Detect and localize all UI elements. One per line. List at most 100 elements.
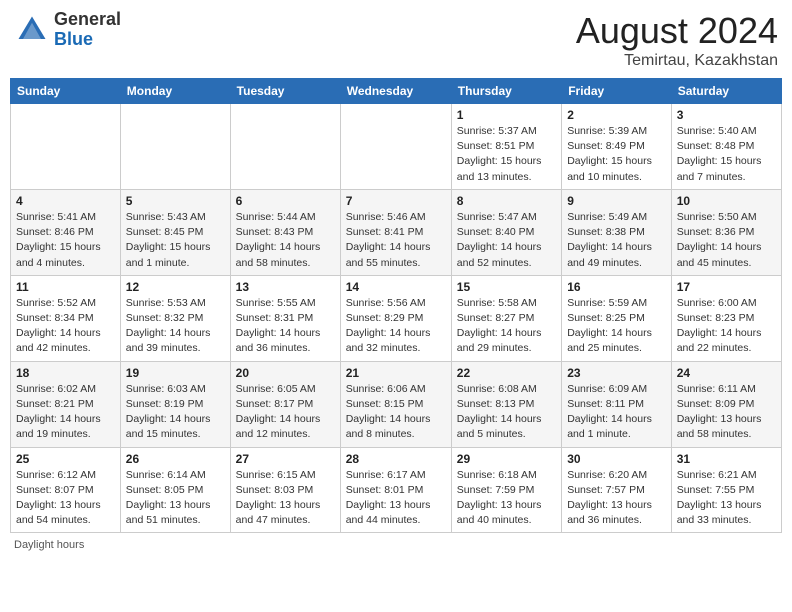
calendar-day-cell: 15 Sunrise: 5:58 AMSunset: 8:27 PMDayligh… [451, 275, 561, 361]
calendar-day-cell: 3 Sunrise: 5:40 AMSunset: 8:48 PMDaylight… [671, 104, 781, 190]
calendar-day-cell: 28 Sunrise: 6:17 AMSunset: 8:01 PMDayligh… [340, 447, 451, 533]
calendar-week-row: 25 Sunrise: 6:12 AMSunset: 8:07 PMDayligh… [11, 447, 782, 533]
calendar-day-cell [11, 104, 121, 190]
calendar-day-cell: 26Sunrise: 6:14 AMSunset: 8:05 PMDayligh… [120, 447, 230, 533]
calendar-day-cell: 12Sunrise: 5:53 AMSunset: 8:32 PMDayligh… [120, 275, 230, 361]
day-info: Sunrise: 5:55 AMSunset: 8:31 PMDaylight:… [236, 296, 335, 357]
day-info: Sunrise: 5:47 AMSunset: 8:40 PMDaylight:… [457, 210, 556, 271]
calendar-day-cell: 23 Sunrise: 6:09 AMSunset: 8:11 PMDayligh… [562, 361, 672, 447]
day-info: Sunrise: 5:43 AMSunset: 8:45 PMDaylight:… [126, 210, 225, 271]
day-number: 16 [567, 280, 666, 294]
calendar-day-cell: 16 Sunrise: 5:59 AMSunset: 8:25 PMDayligh… [562, 275, 672, 361]
day-info: Sunrise: 6:09 AMSunset: 8:11 PMDaylight:… [567, 382, 666, 443]
day-number: 4 [16, 194, 115, 208]
day-number: 28 [346, 452, 446, 466]
calendar-day-cell: 17Sunrise: 6:00 AMSunset: 8:23 PMDayligh… [671, 275, 781, 361]
calendar-day-cell: 18Sunrise: 6:02 AMSunset: 8:21 PMDayligh… [11, 361, 121, 447]
calendar-table: Sunday Monday Tuesday Wednesday Thursday… [10, 78, 782, 533]
day-number: 22 [457, 366, 556, 380]
day-info: Sunrise: 6:14 AMSunset: 8:05 PMDaylight:… [126, 468, 225, 529]
location: Temirtau, Kazakhstan [576, 52, 778, 70]
day-info: Sunrise: 6:11 AMSunset: 8:09 PMDaylight:… [677, 382, 776, 443]
day-info: Sunrise: 6:18 AMSunset: 7:59 PMDaylight:… [457, 468, 556, 529]
day-info: Sunrise: 5:58 AMSunset: 8:27 PMDaylight:… [457, 296, 556, 357]
calendar-week-row: 18Sunrise: 6:02 AMSunset: 8:21 PMDayligh… [11, 361, 782, 447]
calendar-day-cell: 22 Sunrise: 6:08 AMSunset: 8:13 PMDayligh… [451, 361, 561, 447]
day-number: 13 [236, 280, 335, 294]
calendar-week-row: 1 Sunrise: 5:37 AMSunset: 8:51 PMDaylight… [11, 104, 782, 190]
day-number: 25 [16, 452, 115, 466]
page-header: General Blue August 2024 Temirtau, Kazak… [10, 10, 782, 70]
footer: Daylight hours [10, 539, 782, 551]
day-info: Sunrise: 6:12 AMSunset: 8:07 PMDaylight:… [16, 468, 115, 529]
col-saturday: Saturday [671, 79, 781, 104]
day-number: 18 [16, 366, 115, 380]
calendar-day-cell [340, 104, 451, 190]
col-thursday: Thursday [451, 79, 561, 104]
calendar-day-cell [230, 104, 340, 190]
calendar-day-cell: 7 Sunrise: 5:46 AMSunset: 8:41 PMDaylight… [340, 189, 451, 275]
day-number: 30 [567, 452, 666, 466]
day-number: 11 [16, 280, 115, 294]
day-number: 19 [126, 366, 225, 380]
day-info: Sunrise: 5:49 AMSunset: 8:38 PMDaylight:… [567, 210, 666, 271]
col-monday: Monday [120, 79, 230, 104]
day-number: 6 [236, 194, 335, 208]
day-info: Sunrise: 5:39 AMSunset: 8:49 PMDaylight:… [567, 124, 666, 185]
day-info: Sunrise: 5:41 AMSunset: 8:46 PMDaylight:… [16, 210, 115, 271]
day-info: Sunrise: 6:17 AMSunset: 8:01 PMDaylight:… [346, 468, 446, 529]
day-info: Sunrise: 6:20 AMSunset: 7:57 PMDaylight:… [567, 468, 666, 529]
day-info: Sunrise: 5:40 AMSunset: 8:48 PMDaylight:… [677, 124, 776, 185]
day-info: Sunrise: 5:46 AMSunset: 8:41 PMDaylight:… [346, 210, 446, 271]
day-number: 12 [126, 280, 225, 294]
day-info: Sunrise: 6:08 AMSunset: 8:13 PMDaylight:… [457, 382, 556, 443]
day-info: Sunrise: 6:06 AMSunset: 8:15 PMDaylight:… [346, 382, 446, 443]
calendar-day-cell: 30 Sunrise: 6:20 AMSunset: 7:57 PMDayligh… [562, 447, 672, 533]
col-friday: Friday [562, 79, 672, 104]
day-number: 1 [457, 108, 556, 122]
day-number: 10 [677, 194, 776, 208]
day-info: Sunrise: 5:44 AMSunset: 8:43 PMDaylight:… [236, 210, 335, 271]
day-info: Sunrise: 6:03 AMSunset: 8:19 PMDaylight:… [126, 382, 225, 443]
day-info: Sunrise: 5:37 AMSunset: 8:51 PMDaylight:… [457, 124, 556, 185]
calendar-day-cell: 14 Sunrise: 5:56 AMSunset: 8:29 PMDayligh… [340, 275, 451, 361]
day-number: 7 [346, 194, 446, 208]
month-title: August 2024 [576, 10, 778, 52]
col-tuesday: Tuesday [230, 79, 340, 104]
day-number: 29 [457, 452, 556, 466]
day-info: Sunrise: 6:05 AMSunset: 8:17 PMDaylight:… [236, 382, 335, 443]
logo: General Blue [14, 10, 121, 50]
day-number: 9 [567, 194, 666, 208]
daylight-hours-label: Daylight hours [14, 539, 84, 551]
day-number: 15 [457, 280, 556, 294]
day-number: 24 [677, 366, 776, 380]
calendar-day-cell: 2 Sunrise: 5:39 AMSunset: 8:49 PMDaylight… [562, 104, 672, 190]
calendar-day-cell: 10 Sunrise: 5:50 AMSunset: 8:36 PMDayligh… [671, 189, 781, 275]
day-number: 23 [567, 366, 666, 380]
day-info: Sunrise: 5:56 AMSunset: 8:29 PMDaylight:… [346, 296, 446, 357]
day-number: 31 [677, 452, 776, 466]
calendar-day-cell: 11 Sunrise: 5:52 AMSunset: 8:34 PMDayligh… [11, 275, 121, 361]
calendar-day-cell: 29 Sunrise: 6:18 AMSunset: 7:59 PMDayligh… [451, 447, 561, 533]
logo-blue-text: Blue [54, 30, 121, 50]
title-section: August 2024 Temirtau, Kazakhstan [576, 10, 778, 70]
calendar-day-cell: 9 Sunrise: 5:49 AMSunset: 8:38 PMDaylight… [562, 189, 672, 275]
day-info: Sunrise: 5:59 AMSunset: 8:25 PMDaylight:… [567, 296, 666, 357]
calendar-day-cell: 1 Sunrise: 5:37 AMSunset: 8:51 PMDaylight… [451, 104, 561, 190]
day-number: 14 [346, 280, 446, 294]
day-info: Sunrise: 6:21 AMSunset: 7:55 PMDaylight:… [677, 468, 776, 529]
calendar-day-cell: 27Sunrise: 6:15 AMSunset: 8:03 PMDayligh… [230, 447, 340, 533]
logo-icon [14, 12, 50, 48]
day-info: Sunrise: 5:52 AMSunset: 8:34 PMDaylight:… [16, 296, 115, 357]
calendar-week-row: 11 Sunrise: 5:52 AMSunset: 8:34 PMDayligh… [11, 275, 782, 361]
day-number: 3 [677, 108, 776, 122]
calendar-day-cell: 6 Sunrise: 5:44 AMSunset: 8:43 PMDaylight… [230, 189, 340, 275]
day-number: 20 [236, 366, 335, 380]
calendar-day-cell: 31 Sunrise: 6:21 AMSunset: 7:55 PMDayligh… [671, 447, 781, 533]
day-info: Sunrise: 5:50 AMSunset: 8:36 PMDaylight:… [677, 210, 776, 271]
calendar-day-cell: 5 Sunrise: 5:43 AMSunset: 8:45 PMDaylight… [120, 189, 230, 275]
logo-general-text: General [54, 10, 121, 30]
day-number: 2 [567, 108, 666, 122]
day-number: 5 [126, 194, 225, 208]
day-number: 17 [677, 280, 776, 294]
